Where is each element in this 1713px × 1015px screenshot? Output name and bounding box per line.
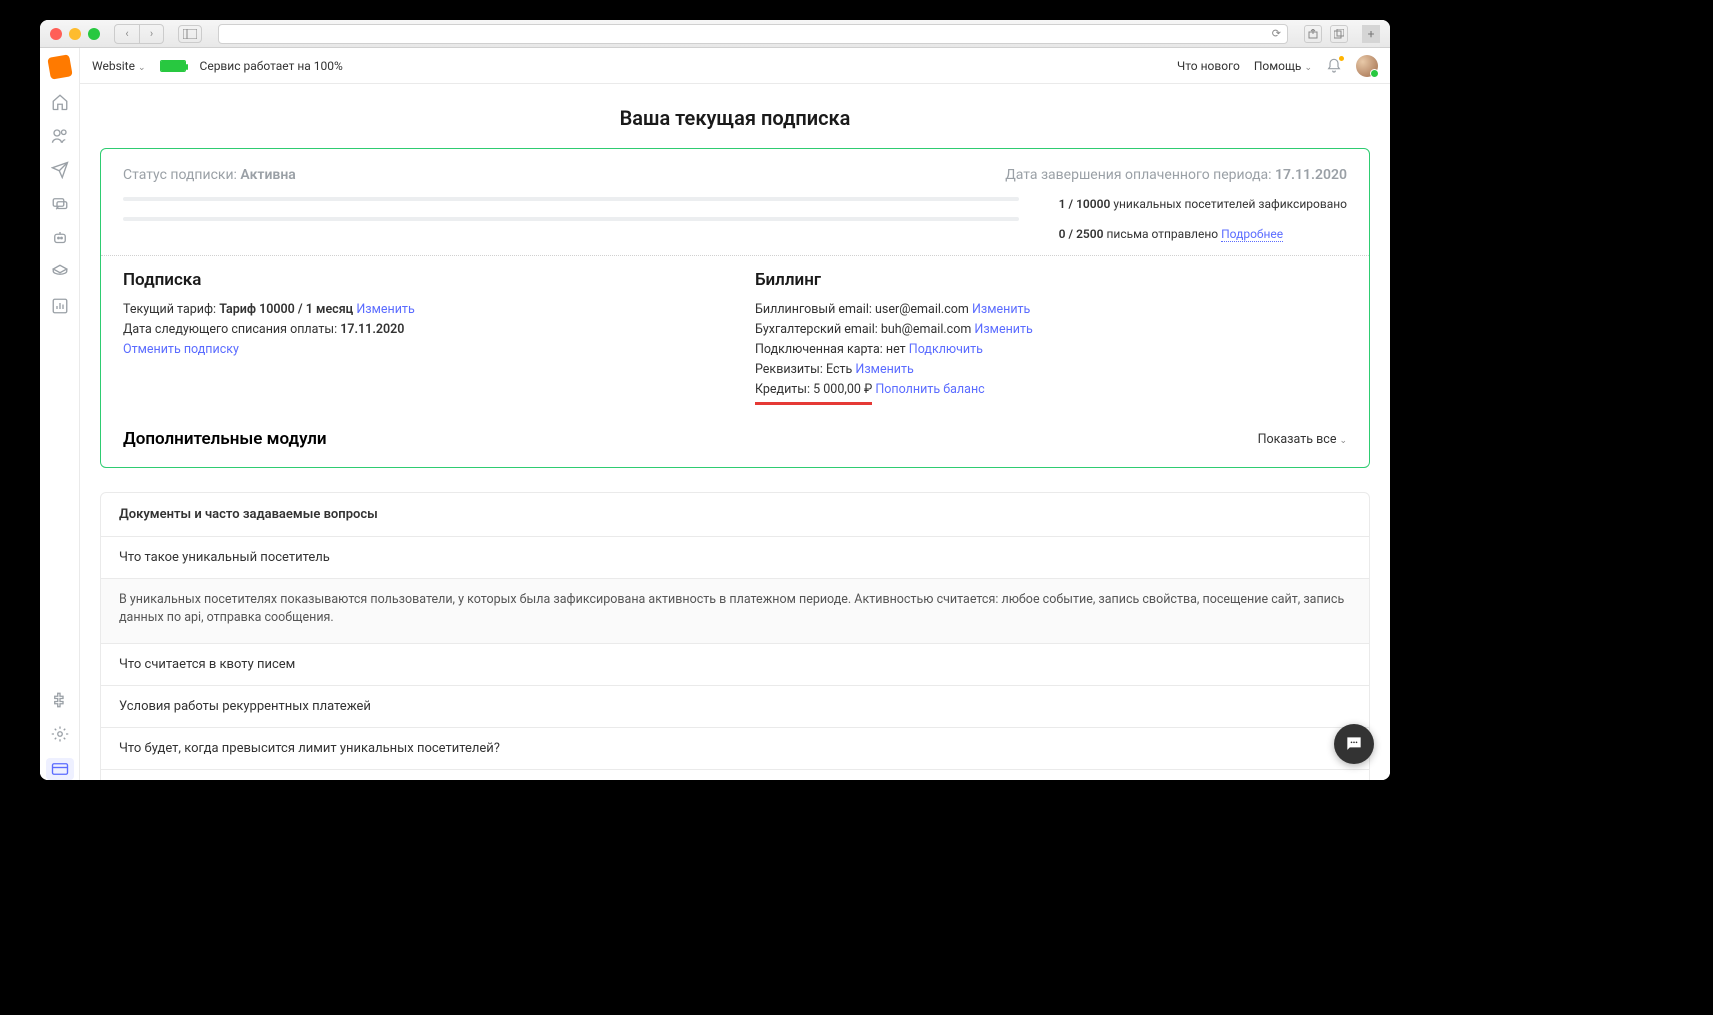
main: Website⌄ Сервис работает на 100% Что нов…: [80, 48, 1390, 780]
emails-more-link[interactable]: Подробнее: [1221, 227, 1283, 242]
url-bar[interactable]: ⟳: [218, 24, 1288, 44]
nav-knowledge-icon[interactable]: [50, 262, 70, 282]
page-title: Ваша текущая подписка: [80, 106, 1390, 130]
help-menu[interactable]: Помощь⌄: [1254, 59, 1312, 73]
left-nav: [40, 48, 80, 780]
nav-reports-icon[interactable]: [50, 296, 70, 316]
notifications-icon[interactable]: [1326, 58, 1342, 74]
status-row: Статус подписки: Активна Дата завершения…: [123, 167, 1347, 183]
faq-item: Что будет, когда превысится лимит уникал…: [101, 728, 1369, 770]
site-selector[interactable]: Website⌄: [92, 59, 146, 73]
billing-email-row: Биллинговый email: user@email.com Измени…: [755, 300, 1347, 320]
visitors-bar: [123, 197, 1019, 201]
faq-question[interactable]: Условия работы рекуррентных платежей: [101, 686, 1369, 727]
change-accounting-email-link[interactable]: Изменить: [974, 322, 1032, 337]
modules-heading: Дополнительные модули: [123, 429, 327, 449]
period-label: Дата завершения оплаченного периода: 17.…: [1005, 167, 1347, 183]
share-icon[interactable]: [1304, 25, 1322, 43]
billing-col: Биллинг Биллинговый email: user@email.co…: [755, 270, 1347, 405]
visitors-usage: 1 / 10000 уникальных посетителей зафикси…: [1059, 197, 1347, 211]
topbar: Website⌄ Сервис работает на 100% Что нов…: [80, 48, 1390, 84]
chat-fab[interactable]: [1334, 724, 1374, 764]
faq-item: Что считается в квоту писем: [101, 644, 1369, 686]
maximize-window[interactable]: [88, 28, 100, 40]
modules-row: Дополнительные модули Показать все⌄: [123, 429, 1347, 449]
nav-send-icon[interactable]: [50, 160, 70, 180]
nav-home-icon[interactable]: [50, 92, 70, 112]
faq-item: Что будет, когда превысится лимит отправ…: [101, 770, 1369, 780]
accounting-email-row: Бухгалтерский email: buh@email.com Измен…: [755, 320, 1347, 340]
card-row: Подключенная карта: нет Подключить: [755, 340, 1347, 360]
change-tariff-link[interactable]: Изменить: [356, 302, 414, 317]
details-columns: Подписка Текущий тариф: Тариф 10000 / 1 …: [123, 270, 1347, 405]
reload-icon[interactable]: ⟳: [1272, 27, 1281, 40]
nav-chat-icon[interactable]: [50, 194, 70, 214]
faq-question[interactable]: Что будет, когда превысится лимит уникал…: [101, 728, 1369, 769]
app-logo-icon[interactable]: [47, 54, 72, 79]
whats-new-link[interactable]: Что нового: [1177, 59, 1240, 73]
battery-icon: [160, 60, 186, 72]
close-window[interactable]: [50, 28, 62, 40]
faq-question[interactable]: Что считается в квоту писем: [101, 644, 1369, 685]
topup-balance-link[interactable]: Пополнить баланс: [875, 382, 984, 397]
credits-row: Кредиты: 5 000,00 ₽ Пополнить баланс: [755, 380, 1347, 405]
next-charge-row: Дата следующего списания оплаты: 17.11.2…: [123, 320, 715, 340]
browser-window: ‹ › ⟳ +: [40, 20, 1390, 780]
content-scroll[interactable]: Ваша текущая подписка Статус подписки: А…: [80, 84, 1390, 780]
minimize-window[interactable]: [69, 28, 81, 40]
docs-heading: Документы и часто задаваемые вопросы: [101, 493, 1369, 537]
faq-item: Условия работы рекуррентных платежей: [101, 686, 1369, 728]
forward-button[interactable]: ›: [139, 25, 163, 43]
nav-integrations-icon[interactable]: [50, 690, 70, 710]
billing-heading: Биллинг: [755, 270, 1347, 290]
emails-bar: [123, 217, 1019, 221]
app: Website⌄ Сервис работает на 100% Что нов…: [40, 48, 1390, 780]
nav-users-icon[interactable]: [50, 126, 70, 146]
subscription-panel: Статус подписки: Активна Дата завершения…: [100, 148, 1370, 468]
nav-arrows: ‹ ›: [114, 24, 164, 44]
cancel-subscription-link[interactable]: Отменить подписку: [123, 342, 239, 357]
faq-question[interactable]: Что будет, когда превысится лимит отправ…: [101, 770, 1369, 780]
nav-billing-icon[interactable]: [46, 758, 74, 780]
back-button[interactable]: ‹: [115, 25, 139, 43]
nav-settings-icon[interactable]: [50, 724, 70, 744]
titlebar: ‹ › ⟳ +: [40, 20, 1390, 48]
faq-answer: В уникальных посетителях показываются по…: [101, 578, 1369, 643]
divider: [101, 255, 1369, 256]
usage-bars: 1 / 10000 уникальных посетителей зафикси…: [123, 197, 1347, 241]
show-all-modules[interactable]: Показать все⌄: [1258, 432, 1347, 447]
window-controls: [50, 28, 100, 40]
tariff-row: Текущий тариф: Тариф 10000 / 1 месяц Изм…: [123, 300, 715, 320]
faq-item: Что такое уникальный посетитель В уникал…: [101, 537, 1369, 644]
sidebar-toggle[interactable]: [178, 25, 202, 43]
toolbar-icons: [1304, 25, 1348, 43]
service-status: Сервис работает на 100%: [200, 59, 343, 73]
emails-usage: 0 / 2500 письма отправлено Подробнее: [1059, 227, 1347, 241]
subscription-col: Подписка Текущий тариф: Тариф 10000 / 1 …: [123, 270, 715, 405]
subscription-heading: Подписка: [123, 270, 715, 290]
requisites-row: Реквизиты: Есть Изменить: [755, 360, 1347, 380]
tabs-icon[interactable]: [1330, 25, 1348, 43]
status-label: Статус подписки: Активна: [123, 167, 296, 183]
new-tab[interactable]: +: [1362, 25, 1380, 43]
faq-question[interactable]: Что такое уникальный посетитель: [101, 537, 1369, 578]
connect-card-link[interactable]: Подключить: [909, 342, 983, 357]
docs-panel: Документы и часто задаваемые вопросы Что…: [100, 492, 1370, 780]
nav-bot-icon[interactable]: [50, 228, 70, 248]
user-avatar[interactable]: [1356, 55, 1378, 77]
change-billing-email-link[interactable]: Изменить: [972, 302, 1030, 317]
change-requisites-link[interactable]: Изменить: [855, 362, 913, 377]
